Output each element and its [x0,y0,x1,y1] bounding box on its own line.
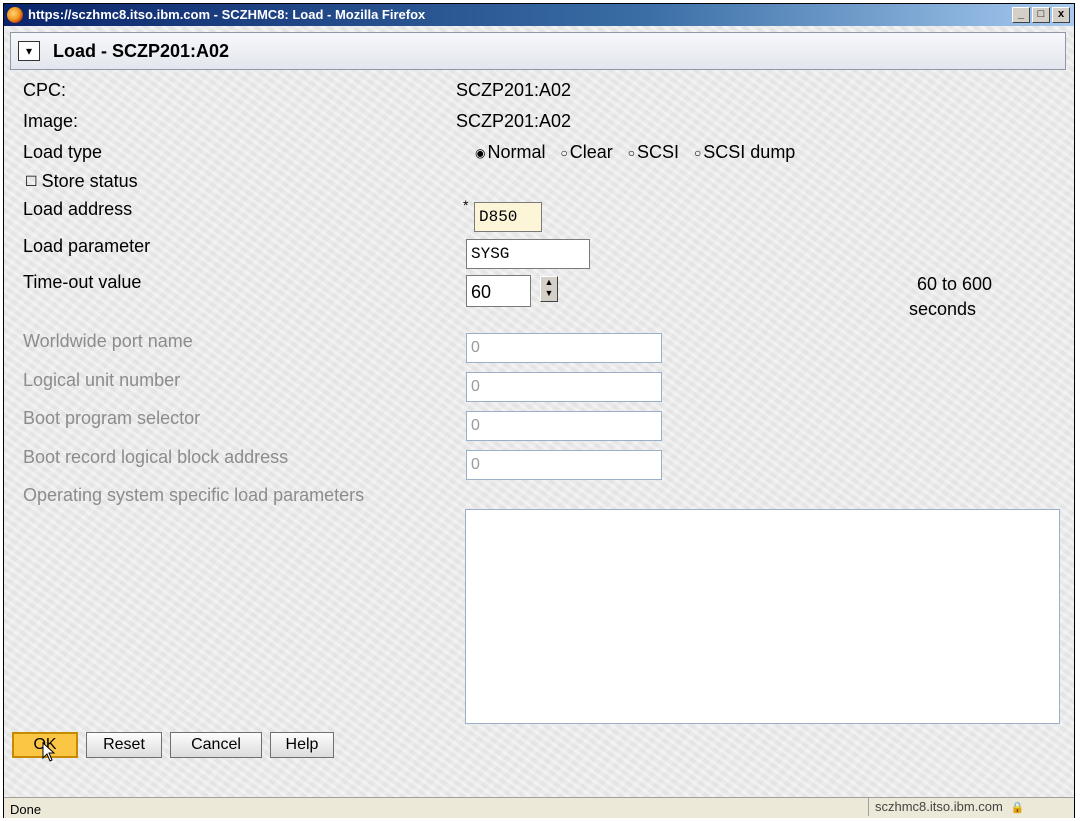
radio-unselected-icon: ○ [694,145,702,160]
status-host-text: sczhmc8.itso.ibm.com [875,799,1003,814]
window-controls: _ □ x [1012,7,1070,23]
cpc-label: CPC: [23,80,67,100]
spin-down-icon[interactable]: ▼ [541,288,557,299]
load-type-radio-group: ◉ Normal ○ Clear ○ SCSI ○ SCSI dump [475,142,795,163]
boot-record-lba-field[interactable]: 0 [466,450,662,480]
firefox-icon [7,7,23,23]
collapse-menu-button[interactable]: ▾ [18,41,40,61]
checkbox-icon: ☐ [25,173,38,189]
cpc-value: SCZP201:A02 [456,80,572,100]
load-type-label: Load type [23,142,103,162]
radio-scsi-dump[interactable]: ○ SCSI dump [694,142,795,163]
load-address-field[interactable]: D850 [474,202,542,232]
window-title: https://sczhmc8.itso.ibm.com - SCZHMC8: … [28,7,426,22]
os-load-parameters-label: Operating system specific load parameter… [23,485,365,505]
minimize-button[interactable]: _ [1012,7,1030,23]
spin-up-icon[interactable]: ▲ [541,277,557,288]
title-bar: https://sczhmc8.itso.ibm.com - SCZHMC8: … [4,4,1074,26]
radio-scsi-label: SCSI [637,142,680,162]
image-label: Image: [23,111,79,131]
timeout-spinner[interactable]: ▲ ▼ [540,276,558,302]
radio-clear-label: Clear [569,142,613,162]
cancel-button[interactable]: Cancel [170,732,262,758]
radio-clear[interactable]: ○ Clear [561,142,613,163]
wwpn-field[interactable]: 0 [466,333,662,363]
radio-selected-icon: ◉ [475,145,486,160]
mouse-pointer-icon [42,742,56,762]
radio-unselected-icon: ○ [627,145,636,160]
timeout-hint-range: 60 to 600 [917,274,993,294]
status-text: Done [10,802,42,817]
lun-field[interactable]: 0 [466,372,662,402]
lock-icon: 🔒 [1010,802,1025,814]
boot-program-selector-label: Boot program selector [23,408,201,428]
timeout-hint-unit: seconds [909,299,977,319]
boot-program-selector-field[interactable]: 0 [466,411,662,441]
status-host: sczhmc8.itso.ibm.com 🔒 [868,798,1079,816]
boot-record-lba-label: Boot record logical block address [23,447,289,467]
browser-window: https://sczhmc8.itso.ibm.com - SCZHMC8: … [3,3,1075,818]
store-status-checkbox[interactable]: ☐ Store status [25,171,138,192]
image-value: SCZP201:A02 [456,111,572,131]
load-parameter-label: Load parameter [23,236,151,256]
radio-normal-label: Normal [487,142,546,162]
radio-unselected-icon: ○ [560,145,568,160]
close-button[interactable]: x [1052,7,1070,23]
dialog-header: ▾ Load - SCZP201:A02 [10,32,1066,70]
reset-button[interactable]: Reset [86,732,162,758]
chevron-down-icon: ▾ [25,44,33,58]
load-address-label: Load address [23,199,133,219]
required-marker: * [463,197,469,213]
page-content: ▾ Load - SCZP201:A02 CPC: SCZP201:A02 Im… [4,26,1074,797]
radio-scsi-dump-label: SCSI dump [703,142,796,162]
store-status-label: Store status [41,171,138,191]
timeout-field[interactable]: 60 [466,275,531,307]
timeout-label: Time-out value [23,272,142,292]
load-parameter-field[interactable]: SYSG [466,239,590,269]
dialog-title: Load - SCZP201:A02 [53,41,230,61]
status-bar: Done sczhmc8.itso.ibm.com 🔒 [4,797,1074,818]
help-button[interactable]: Help [270,732,334,758]
os-load-parameters-textarea[interactable] [465,509,1060,724]
lun-label: Logical unit number [23,370,181,390]
radio-normal[interactable]: ◉ Normal [475,142,546,163]
maximize-button[interactable]: □ [1032,7,1050,23]
wwpn-label: Worldwide port name [23,331,193,351]
radio-scsi[interactable]: ○ SCSI [628,142,679,163]
